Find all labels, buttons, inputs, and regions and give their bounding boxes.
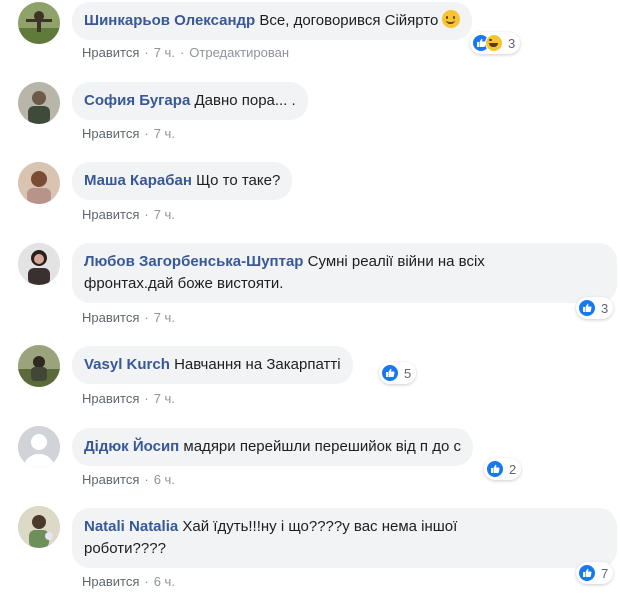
comment-actions: Нравится · 7 ч. (82, 207, 175, 222)
timestamp[interactable]: 7 ч. (154, 310, 175, 325)
separator: · (144, 310, 149, 325)
comment-bubble: София Бугара Давно пора... . (72, 82, 308, 120)
avatar[interactable] (18, 426, 60, 468)
avatar[interactable] (18, 2, 60, 44)
author-name[interactable]: Шинкарьов Олександр (84, 12, 255, 29)
author-name[interactable]: Любов Загорбенська-Шуптар (84, 253, 303, 270)
timestamp[interactable]: 7 ч. (154, 207, 175, 222)
comment-bubble: Шинкарьов Олександр Все, договорився Сій… (72, 2, 473, 40)
like-link[interactable]: Нравится (82, 126, 139, 141)
like-link[interactable]: Нравится (82, 310, 139, 325)
like-reaction-icon (578, 299, 596, 317)
avatar[interactable] (18, 162, 60, 204)
reaction-summary[interactable]: 2 (484, 458, 522, 480)
comment-text-line: фронтах.дай боже вистояти. (84, 275, 284, 292)
comment-text-line: Natali Natalia Хай їдуть!!!ну і що????у … (84, 516, 605, 538)
comment-text: Все, договорився Сійярто (259, 12, 439, 29)
edited-label[interactable]: Отредактирован (189, 45, 289, 60)
like-link[interactable]: Нравится (82, 207, 139, 222)
author-name[interactable]: Natali Natalia (84, 518, 178, 535)
comment-actions: Нравится · 7 ч. (82, 391, 175, 406)
avatar[interactable] (18, 82, 60, 124)
reaction-count: 5 (404, 365, 412, 381)
like-reaction-icon (381, 364, 399, 382)
like-reaction-icon (486, 460, 504, 478)
separator: · (144, 574, 149, 589)
separator: · (179, 45, 185, 60)
separator: · (144, 472, 149, 487)
separator: · (144, 45, 149, 60)
separator: · (144, 207, 149, 222)
comment-text-line: Любов Загорбенська-Шуптар Сумні реалії в… (84, 251, 605, 273)
separator: · (144, 126, 149, 141)
comment-text: мадяри перейшли перешийок від п до с (183, 438, 461, 455)
like-reaction-icon (578, 564, 596, 582)
avatar[interactable] (18, 506, 60, 548)
comment-bubble: Vasyl Kurch Навчання на Закарпатті (72, 346, 353, 384)
author-name[interactable]: Маша Карабан (84, 172, 192, 189)
smile-emoji-icon (442, 10, 461, 28)
comment-bubble: Маша Карабан Що то таке? (72, 162, 293, 200)
reaction-summary[interactable]: 3 (470, 32, 521, 54)
author-name[interactable]: Дідюк Йосип (84, 438, 179, 455)
comment-text: Сумні реалії війни на всіх (307, 253, 485, 270)
timestamp[interactable]: 7 ч. (154, 391, 175, 406)
comment-actions: Нравится · 6 ч. (82, 574, 175, 589)
reaction-summary[interactable]: 3 (576, 297, 614, 319)
author-name[interactable]: София Бугара (84, 92, 190, 109)
author-name[interactable]: Vasyl Kurch (84, 356, 170, 373)
reaction-count: 3 (601, 300, 609, 316)
reaction-summary[interactable]: 5 (379, 362, 417, 384)
reaction-count: 7 (601, 565, 609, 581)
comment-actions: Нравится · 6 ч. (82, 472, 175, 487)
reaction-summary[interactable]: 7 (576, 562, 614, 584)
separator: · (144, 391, 149, 406)
comment-text: Хай їдуть!!!ну і що????у вас нема іншої (182, 518, 458, 535)
timestamp[interactable]: 7 ч. (154, 45, 175, 60)
avatar[interactable] (18, 243, 60, 285)
timestamp[interactable]: 7 ч. (154, 126, 175, 141)
like-link[interactable]: Нравится (82, 391, 139, 406)
comment-text-line: роботи???? (84, 540, 166, 557)
reaction-count: 2 (509, 461, 517, 477)
reaction-count: 3 (508, 35, 516, 51)
like-link[interactable]: Нравится (82, 574, 139, 589)
comment-actions: Нравится · 7 ч. (82, 310, 175, 325)
comment-text: Навчання на Закарпатті (174, 356, 341, 373)
timestamp[interactable]: 6 ч. (154, 574, 175, 589)
comment-bubble: Дідюк Йосип мадяри перейшли перешийок ві… (72, 428, 473, 466)
comment-actions: Нравится · 7 ч. (82, 126, 175, 141)
avatar[interactable] (18, 345, 60, 387)
timestamp[interactable]: 6 ч. (154, 472, 175, 487)
haha-reaction-icon (485, 34, 503, 52)
comment-bubble: Любов Загорбенська-Шуптар Сумні реалії в… (72, 243, 617, 303)
comment-bubble: Natali Natalia Хай їдуть!!!ну і що????у … (72, 508, 617, 568)
like-link[interactable]: Нравится (82, 472, 139, 487)
like-link[interactable]: Нравится (82, 45, 139, 60)
comment-text: Що то таке? (196, 172, 281, 189)
comment-text: Давно пора... . (194, 92, 296, 109)
comment-actions: Нравится · 7 ч. · Отредактирован (82, 45, 289, 60)
